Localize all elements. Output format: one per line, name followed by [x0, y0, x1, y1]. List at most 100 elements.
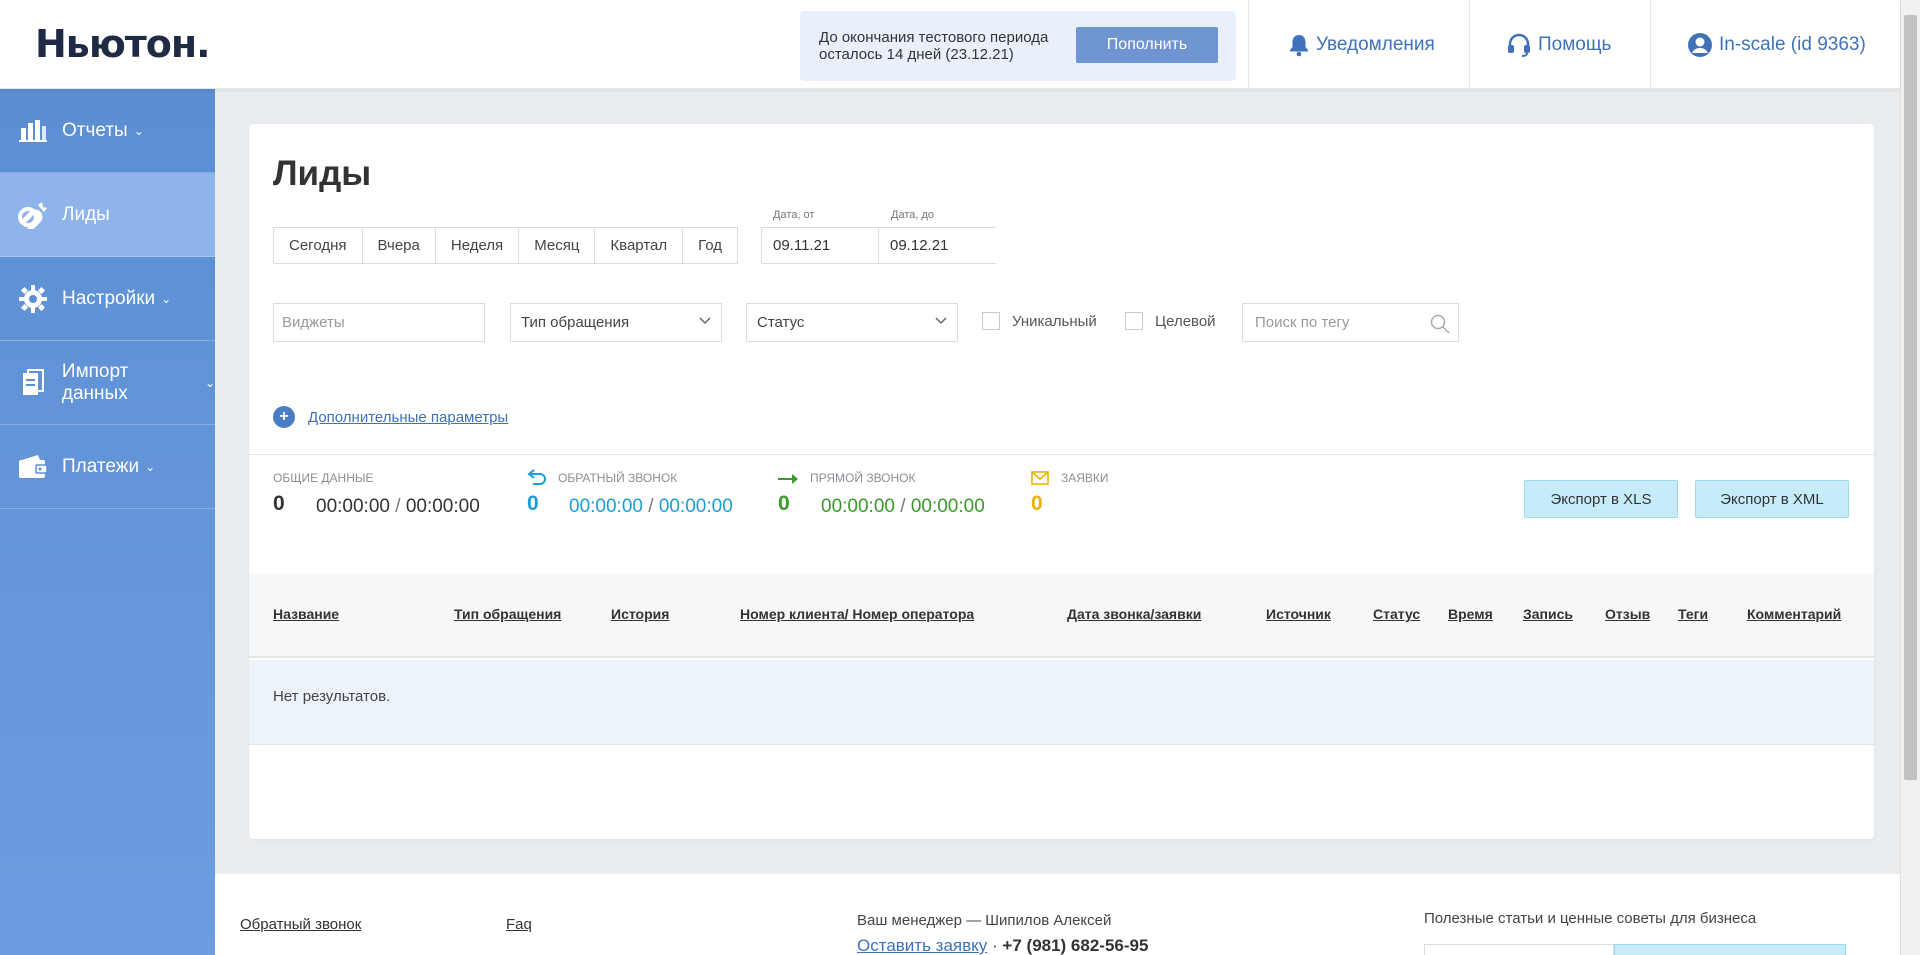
column-header-record[interactable]: Запись — [1523, 606, 1573, 622]
header-divider — [1469, 0, 1470, 89]
unique-label: Уникальный — [1012, 312, 1097, 330]
callback-arrow-icon — [527, 469, 546, 485]
date-to-label: Дата, до — [891, 209, 935, 221]
sidebar-item-settings[interactable]: Настройки ⌄ — [0, 257, 215, 341]
total-stat-label: Общие данные — [273, 471, 374, 485]
request-type-value: Тип обращения — [521, 314, 630, 331]
more-params-label: Дополнительные параметры — [308, 408, 509, 426]
column-header-type[interactable]: Тип обращения — [454, 606, 561, 622]
status-select[interactable]: Статус — [746, 303, 958, 342]
separator: / — [395, 496, 401, 517]
column-header-source[interactable]: Источник — [1266, 606, 1331, 622]
target-label: Целевой — [1155, 312, 1216, 330]
sidebar-item-payments[interactable]: Платежи ⌄ — [0, 425, 215, 509]
period-yesterday-button[interactable]: Вчера — [362, 228, 436, 263]
unique-checkbox[interactable]: Уникальный — [982, 312, 1097, 330]
period-today-button[interactable]: Сегодня — [274, 228, 363, 263]
date-range — [761, 227, 996, 264]
headset-icon — [1508, 33, 1530, 57]
help-link[interactable]: Помощь — [1506, 0, 1611, 89]
widgets-input[interactable] — [273, 303, 485, 342]
request-type-select[interactable]: Тип обращения — [510, 303, 722, 342]
column-header-comment[interactable]: Комментарий — [1747, 606, 1841, 622]
target-checkbox[interactable]: Целевой — [1125, 312, 1216, 330]
chevron-down-icon: ⌄ — [161, 291, 172, 306]
direct-arrow-icon — [778, 474, 798, 484]
manager-text: Ваш менеджер — Шипилов Алексей — [857, 912, 1112, 929]
status-value: Статус — [757, 314, 805, 331]
scrollbar[interactable] — [1900, 0, 1920, 955]
column-header-time[interactable]: Время — [1448, 606, 1493, 622]
export-xml-button[interactable]: Экспорт в XML — [1695, 480, 1849, 518]
sidebar-item-reports[interactable]: Отчеты ⌄ — [0, 89, 215, 173]
direct-time-1: 00:00:00 — [821, 496, 895, 517]
total-count: 0 — [273, 492, 285, 515]
subscribe-email-input[interactable] — [1424, 944, 1614, 955]
callback-time-2: 00:00:00 — [658, 496, 733, 517]
logo[interactable]: Ньютон. — [35, 22, 211, 66]
requests-stat-label: Заявки — [1061, 471, 1109, 485]
plus-icon: + — [273, 406, 295, 428]
header-divider — [1248, 0, 1249, 89]
bar-chart-icon — [18, 116, 48, 146]
separator: · — [992, 936, 998, 955]
footer: Обратный звонок Faq Ваш менеджер — Шипил… — [215, 874, 1900, 955]
more-params-link[interactable]: + Дополнительные параметры — [273, 406, 508, 428]
sidebar-item-label: Импорт данных — [61, 360, 129, 404]
separator: / — [900, 496, 906, 517]
scrollbar-thumb[interactable] — [1904, 15, 1917, 780]
help-label: Помощь — [1538, 33, 1612, 55]
divider — [249, 454, 1874, 455]
period-week-button[interactable]: Неделя — [435, 228, 520, 263]
request-link[interactable]: Оставить заявку — [857, 936, 987, 955]
direct-time-2: 00:00:00 — [910, 496, 985, 517]
tag-search-input[interactable] — [1243, 304, 1423, 341]
column-header-name[interactable]: Название — [273, 606, 339, 622]
table-row: Нет результатов. — [249, 660, 1874, 745]
manager-phone[interactable]: +7 (981) 682-56-95 — [1002, 936, 1148, 955]
date-from-input[interactable] — [762, 228, 879, 263]
chevron-down-icon — [699, 317, 711, 325]
empty-results-text: Нет результатов. — [273, 688, 391, 705]
sidebar-item-import[interactable]: Импорт данных ⌄ — [0, 341, 215, 425]
column-header-tags[interactable]: Теги — [1678, 606, 1708, 622]
chevron-down-icon: ⌄ — [133, 123, 144, 138]
checkbox-box[interactable] — [1125, 312, 1143, 330]
articles-text: Полезные статьи и ценные советы для бизн… — [1424, 910, 1757, 927]
table-header: Название Тип обращения История Номер кли… — [249, 574, 1874, 658]
callback-count: 0 — [527, 492, 539, 515]
period-quarter-button[interactable]: Квартал — [595, 228, 684, 263]
date-to-input[interactable] — [879, 228, 996, 263]
leads-card: Лиды Сегодня Вчера Неделя Месяц Квартал … — [249, 124, 1874, 839]
period-year-button[interactable]: Год — [683, 228, 738, 263]
footer-callback-link[interactable]: Обратный звонок — [240, 916, 361, 933]
subscribe-button[interactable] — [1614, 944, 1846, 955]
trial-banner: До окончания тестового периода осталось … — [800, 11, 1236, 81]
direct-stat-label: Прямой звонок — [810, 471, 916, 485]
period-month-button[interactable]: Месяц — [519, 228, 596, 263]
notifications-link[interactable]: Уведомления — [1288, 0, 1435, 89]
total-time: 00:00:00 / 00:00:00 — [316, 496, 480, 518]
column-header-review[interactable]: Отзыв — [1605, 606, 1650, 622]
sidebar-item-leads[interactable]: Лиды — [0, 173, 215, 257]
page-title: Лиды — [273, 154, 372, 193]
column-header-numbers[interactable]: Номер клиента/ Номер оператора — [740, 606, 974, 622]
export-xls-button[interactable]: Экспорт в XLS — [1524, 480, 1678, 518]
header-divider — [1650, 0, 1651, 89]
tag-search — [1242, 303, 1459, 342]
checkbox-box[interactable] — [982, 312, 1000, 330]
column-header-status[interactable]: Статус — [1373, 606, 1420, 622]
column-header-date[interactable]: Дата звонка/заявки — [1067, 606, 1201, 622]
topup-button[interactable]: Пополнить — [1076, 27, 1218, 63]
top-header: Ньютон. До окончания тестового периода о… — [0, 0, 1900, 89]
callback-stat-label: Обратный звонок — [558, 471, 678, 485]
requests-count: 0 — [1031, 492, 1043, 515]
bell-icon — [1290, 34, 1308, 56]
sidebar-item-label: Платежи — [62, 455, 140, 477]
notifications-label: Уведомления — [1316, 33, 1435, 55]
account-link[interactable]: In-scale (id 9363) — [1687, 0, 1866, 89]
magnet-icon — [18, 200, 48, 230]
search-icon[interactable] — [1430, 314, 1450, 334]
column-header-history[interactable]: История — [611, 606, 669, 622]
footer-faq-link[interactable]: Faq — [506, 916, 532, 933]
